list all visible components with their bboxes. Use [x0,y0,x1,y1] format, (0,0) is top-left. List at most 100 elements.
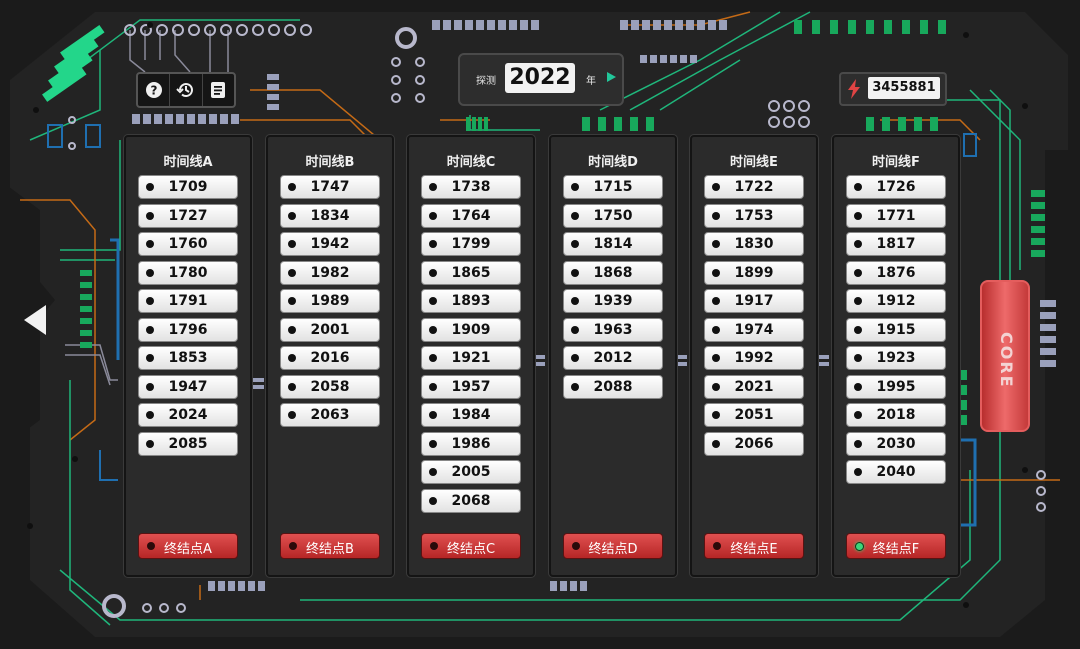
timeline-panel-e: 时间线E 1722 1753 1830 1899 1917 1974 1992 2021 2051… [690,135,818,577]
year-slot[interactable]: 1963 [563,317,663,342]
year-slot[interactable]: 2085 [138,431,238,456]
year-slot-list: 1715 1750 1814 1868 1939 1963 2012 2088 [563,175,663,403]
year-slot[interactable]: 1738 [421,175,521,199]
year-slot[interactable]: 1984 [421,403,521,427]
year-slot-list: 1726 1771 1817 1876 1912 1915 1923 1995 2018 2030… [846,175,946,489]
year-slot[interactable]: 2063 [280,403,380,427]
year-slot[interactable]: 1957 [421,374,521,399]
year-value: 1992 [734,350,774,366]
endpoint-button-e[interactable]: 终结点E [704,533,804,559]
endpoint-button-a[interactable]: 终结点A [138,533,238,559]
back-arrow-button[interactable] [24,305,46,335]
probe-label: 探测 [476,76,496,87]
year-slot[interactable]: 1817 [846,232,946,256]
year-slot[interactable]: 1912 [846,289,946,313]
year-slot[interactable]: 1760 [138,232,238,256]
year-slot[interactable]: 1753 [704,203,804,228]
year-slot[interactable]: 2088 [563,374,663,399]
year-slot[interactable]: 1893 [421,289,521,313]
year-value: 1715 [593,179,633,195]
year-slot[interactable]: 1791 [138,289,238,313]
year-slot[interactable]: 1814 [563,232,663,256]
year-value: 2068 [451,492,491,509]
year-slot[interactable]: 2012 [563,346,663,370]
year-slot[interactable]: 2051 [704,403,804,427]
endpoint-button-f[interactable]: 终结点F [846,533,946,559]
year-slot[interactable]: 1917 [704,289,804,313]
year-slot[interactable]: 1982 [280,260,380,285]
year-value: 1923 [876,350,916,366]
year-slot[interactable]: 2016 [280,346,380,370]
help-icon: ? [145,82,162,98]
year-slot[interactable]: 1764 [421,203,521,228]
year-value: 1984 [451,407,491,423]
year-slot[interactable]: 1995 [846,374,946,399]
year-slot[interactable]: 1915 [846,317,946,342]
probe-year-unit: 年 [586,76,596,87]
year-slot[interactable]: 1868 [563,260,663,285]
year-value: 1853 [168,350,208,366]
year-value: 2005 [451,464,491,480]
year-slot[interactable]: 1830 [704,232,804,256]
year-slot[interactable]: 1992 [704,346,804,370]
year-slot[interactable]: 1974 [704,317,804,342]
timeline-title: 时间线B [305,155,355,170]
endpoint-label: 终结点B [306,542,354,557]
year-slot[interactable]: 1986 [421,431,521,456]
endpoint-button-c[interactable]: 终结点C [421,533,521,559]
year-slot[interactable]: 1865 [421,260,521,285]
year-value: 1727 [168,207,208,224]
year-slot[interactable]: 1796 [138,317,238,342]
probe-go-button[interactable] [607,72,616,82]
year-value: 1974 [734,321,774,338]
year-slot[interactable]: 1947 [138,374,238,399]
year-slot[interactable]: 1715 [563,175,663,199]
year-value: 1791 [168,293,208,309]
year-slot[interactable]: 1727 [138,203,238,228]
year-value: 2058 [310,378,350,395]
year-slot[interactable]: 2030 [846,431,946,456]
year-slot[interactable]: 1750 [563,203,663,228]
year-slot[interactable]: 1799 [421,232,521,256]
year-slot[interactable]: 1923 [846,346,946,370]
year-value: 1764 [451,207,491,224]
year-slot[interactable]: 1989 [280,289,380,313]
year-slot[interactable]: 1726 [846,175,946,199]
year-slot[interactable]: 1942 [280,232,380,256]
year-slot[interactable]: 2024 [138,403,238,427]
history-button[interactable] [170,74,203,106]
year-slot[interactable]: 1899 [704,260,804,285]
year-slot[interactable]: 2001 [280,317,380,342]
year-slot[interactable]: 1853 [138,346,238,370]
year-slot[interactable]: 1722 [704,175,804,199]
year-slot[interactable]: 1939 [563,289,663,313]
year-slot[interactable]: 2040 [846,460,946,484]
year-slot[interactable]: 1921 [421,346,521,370]
year-slot[interactable]: 1780 [138,260,238,285]
year-value: 1771 [876,207,916,224]
endpoint-button-b[interactable]: 终结点B [280,533,380,559]
year-slot[interactable]: 1747 [280,175,380,199]
endpoint-button-d[interactable]: 终结点D [563,533,663,559]
year-slot[interactable]: 2018 [846,403,946,427]
year-value: 1893 [451,293,491,309]
year-slot[interactable]: 1709 [138,175,238,199]
year-slot[interactable]: 2068 [421,488,521,513]
year-slot[interactable]: 2066 [704,431,804,456]
year-slot[interactable]: 1909 [421,317,521,342]
year-slot[interactable]: 1771 [846,203,946,228]
year-slot[interactable]: 1834 [280,203,380,228]
timeline-title: 时间线E [730,155,778,170]
timeline-title: 时间线D [588,155,638,170]
year-slot[interactable]: 1876 [846,260,946,285]
year-slot[interactable]: 2021 [704,374,804,399]
year-value: 2088 [593,378,633,395]
log-button[interactable] [203,74,234,106]
help-button[interactable]: ? [138,74,171,106]
document-icon [211,82,226,98]
endpoint-label: 终结点A [164,542,212,557]
year-slot[interactable]: 2058 [280,374,380,399]
core-label: CORE [997,332,1016,389]
year-slot[interactable]: 2005 [421,460,521,484]
timeline-panel-c: 时间线C 1738 1764 1799 1865 1893 1909 1921 1957 1984… [407,135,535,577]
